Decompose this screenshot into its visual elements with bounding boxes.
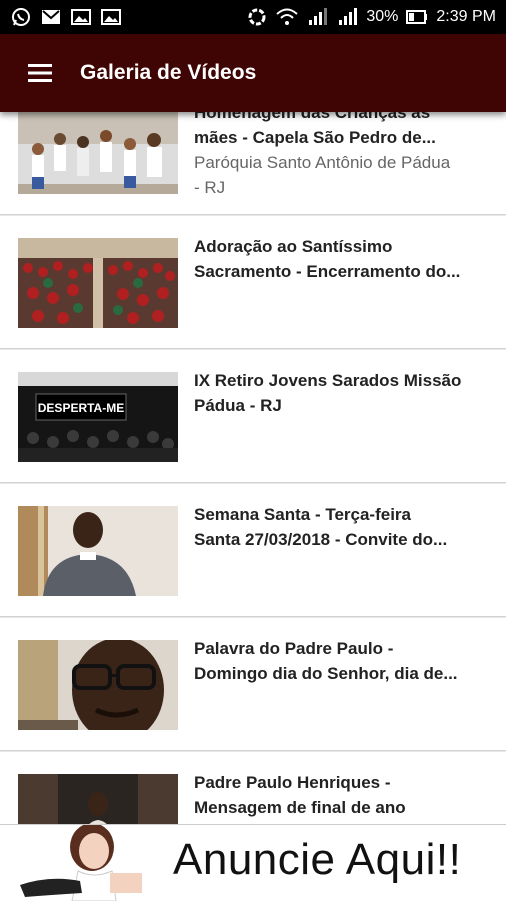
video-text: Semana Santa - Terça-feira Santa 27/03/2… bbox=[194, 502, 494, 552]
battery-percent: 30% bbox=[366, 8, 399, 25]
ad-text: Anuncie Aqui!! bbox=[173, 835, 462, 884]
thumbnail-banner-text: DESPERTA-ME bbox=[38, 401, 124, 415]
ad-banner[interactable]: Anuncie Aqui!! bbox=[0, 824, 506, 901]
signal-icon bbox=[306, 7, 328, 27]
notification-icons bbox=[10, 7, 122, 27]
video-text: Adoração ao Santíssimo Sacramento - Ence… bbox=[194, 234, 494, 284]
wifi-icon bbox=[276, 7, 299, 27]
video-item[interactable]: Padre Paulo Henriques - Mensagem de fina… bbox=[0, 752, 506, 824]
video-thumbnail: DESPERTA-ME bbox=[18, 372, 178, 462]
battery-icon bbox=[406, 7, 428, 27]
video-title: Padre Paulo Henriques - Mensagem de fina… bbox=[194, 773, 406, 817]
video-thumbnail bbox=[18, 112, 178, 194]
video-text: Padre Paulo Henriques - Mensagem de fina… bbox=[194, 770, 494, 820]
image-icon bbox=[100, 7, 122, 27]
video-text: Palavra do Padre Paulo - Domingo dia do … bbox=[194, 636, 494, 686]
hamburger-menu-icon bbox=[28, 64, 52, 82]
video-thumbnail bbox=[18, 238, 178, 328]
status-bar: 30% 2:39 PM bbox=[0, 0, 506, 34]
video-title: Semana Santa - Terça-feira Santa 27/03/2… bbox=[194, 505, 448, 549]
system-status: 30% 2:39 PM bbox=[246, 7, 496, 27]
sync-icon bbox=[246, 7, 268, 27]
video-title: IX Retiro Jovens Sarados Missão Pádua - … bbox=[194, 371, 462, 415]
menu-button[interactable] bbox=[0, 34, 80, 112]
video-thumbnail bbox=[18, 640, 178, 730]
video-item[interactable]: Semana Santa - Terça-feira Santa 27/03/2… bbox=[0, 484, 506, 616]
page-title: Galeria de Vídeos bbox=[80, 61, 257, 84]
gmail-icon bbox=[40, 7, 62, 27]
video-text: Homenagem das Crianças às mães - Capela … bbox=[194, 112, 494, 200]
ad-person-image bbox=[20, 825, 142, 901]
signal-icon bbox=[336, 7, 358, 27]
video-text: IX Retiro Jovens Sarados Missão Pádua - … bbox=[194, 368, 494, 418]
video-title: Adoração ao Santíssimo Sacramento - Ence… bbox=[194, 237, 461, 281]
whatsapp-icon bbox=[10, 7, 32, 27]
clock: 2:39 PM bbox=[436, 8, 496, 25]
video-item[interactable]: Adoração ao Santíssimo Sacramento - Ence… bbox=[0, 216, 506, 348]
image-icon bbox=[70, 7, 92, 27]
video-thumbnail bbox=[18, 774, 178, 824]
video-item[interactable]: DESPERTA-ME IX Retiro Jovens Sarados Mis… bbox=[0, 350, 506, 482]
video-subtitle: Paróquia Santo Antônio de Pádua - RJ bbox=[194, 153, 451, 197]
video-title: Palavra do Padre Paulo - Domingo dia do … bbox=[194, 639, 458, 683]
video-title: Homenagem das Crianças às mães - Capela … bbox=[194, 112, 436, 147]
video-thumbnail bbox=[18, 506, 178, 596]
video-list[interactable]: Homenagem das Crianças às mães - Capela … bbox=[0, 112, 506, 824]
video-item[interactable]: Palavra do Padre Paulo - Domingo dia do … bbox=[0, 618, 506, 750]
app-bar: Galeria de Vídeos bbox=[0, 34, 506, 112]
video-item[interactable]: Homenagem das Crianças às mães - Capela … bbox=[0, 112, 506, 214]
